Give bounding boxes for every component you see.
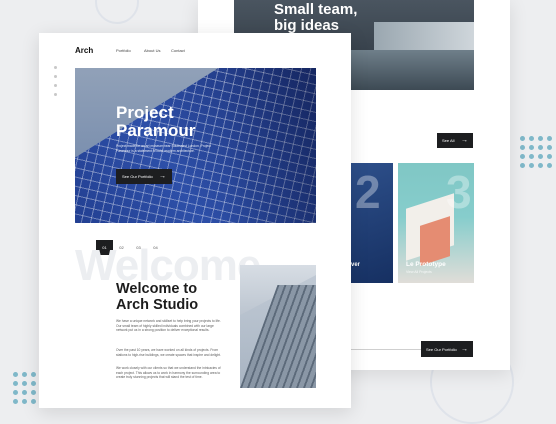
dot-grid-decoration (520, 136, 552, 168)
arch-logo[interactable]: Arch (75, 46, 93, 55)
front-page-mockup: Arch Portfolio About Us Contact Project … (39, 33, 351, 408)
project-card-3-title: Le Prototype (406, 261, 446, 268)
arrow-right-icon: → (461, 137, 468, 144)
project-card-3[interactable]: 3 Le Prototype View All Projects (398, 163, 474, 283)
team-hero-title: Small team, big ideas (274, 1, 358, 34)
nav-about-us[interactable]: About Us (144, 48, 160, 53)
see-our-portfolio-button[interactable]: See Our Portfolio → (116, 169, 172, 184)
welcome-heading: Welcome to Arch Studio (116, 281, 199, 313)
project-card-3-subtitle: View All Projects (406, 270, 432, 274)
see-portfolio-button[interactable]: See Our Portfolio → (421, 341, 473, 357)
arrow-right-icon: → (159, 173, 166, 180)
welcome-paragraph: We work closely with our clients so that… (116, 366, 221, 380)
decorative-outline (95, 0, 139, 24)
arrow-right-icon: → (461, 345, 468, 353)
hero-description: Project made for an art museum near Sout… (116, 144, 211, 153)
welcome-paragraph: Over the past 10 years, we have worked o… (116, 348, 222, 357)
nav-portfolio[interactable]: Portfolio (116, 48, 131, 53)
slide-indicator (54, 66, 57, 96)
welcome-paragraph: We have a unique network and skillset to… (116, 319, 221, 333)
studio-image (240, 265, 316, 388)
hero-title: Project Paramour (116, 103, 196, 140)
nav-contact[interactable]: Contact (171, 48, 185, 53)
project-card-2-label: ver (351, 262, 361, 268)
see-all-button[interactable]: See All → (437, 133, 473, 148)
